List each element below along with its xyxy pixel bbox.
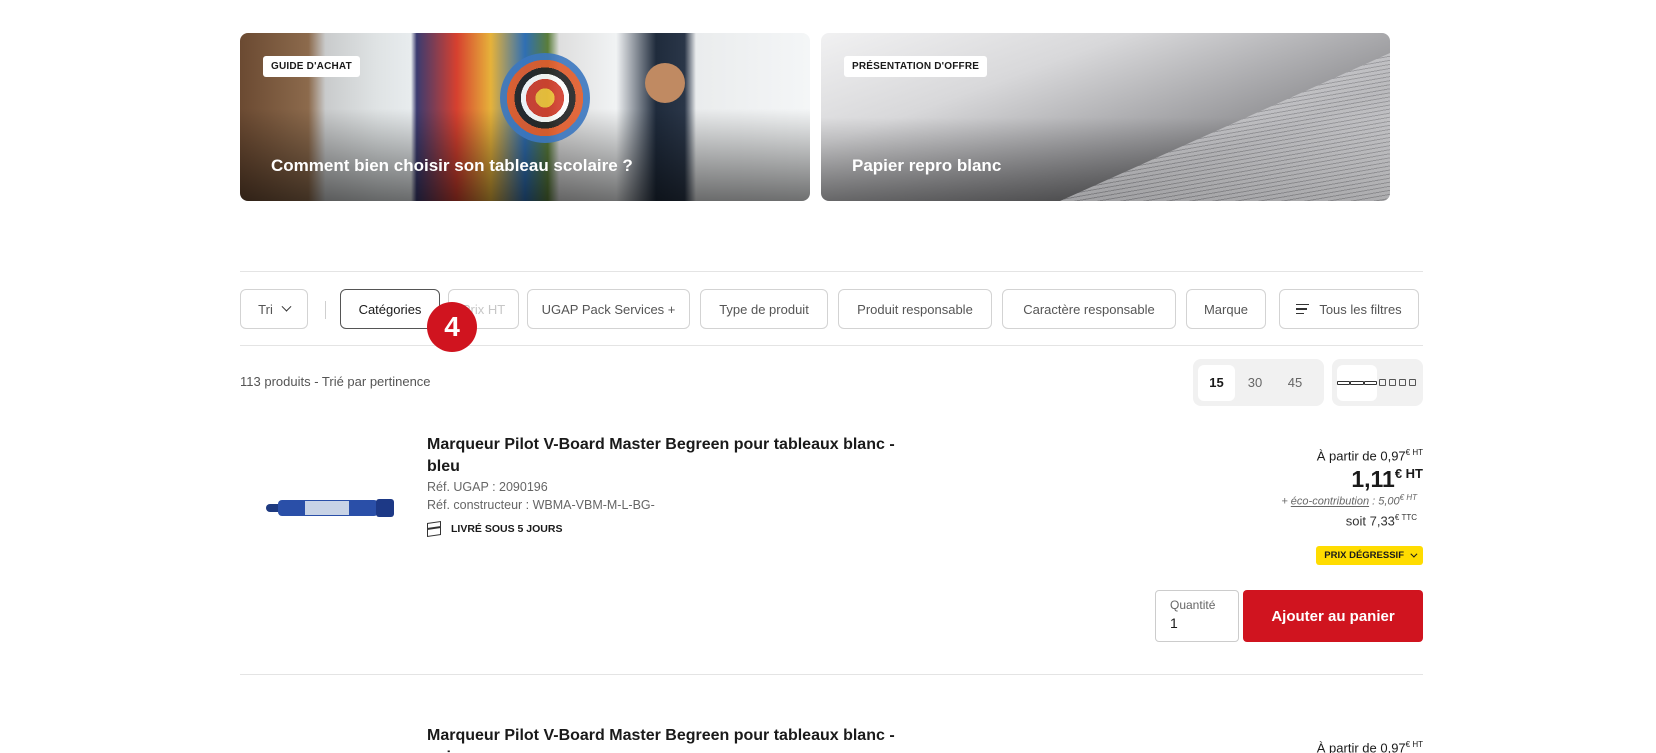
- chevron-down-icon: [281, 301, 292, 312]
- sort-dropdown[interactable]: Tri: [240, 289, 308, 329]
- all-filters-button[interactable]: Tous les filtres: [1279, 289, 1419, 329]
- price-from: À partir de 0,97€ HT: [1317, 448, 1423, 463]
- list-view-button[interactable]: [1337, 364, 1377, 401]
- promo-badge: GUIDE D'ACHAT: [263, 56, 360, 77]
- filter-chip-ugap-pack[interactable]: UGAP Pack Services +: [527, 289, 690, 329]
- step-badge: 4: [427, 302, 477, 352]
- chevron-down-icon: [1410, 550, 1418, 558]
- filter-chip-label: Produit responsable: [857, 301, 973, 317]
- view-toggle: [1332, 359, 1423, 406]
- eco-link[interactable]: éco-contribution: [1291, 496, 1369, 508]
- price-unit: € HT: [1405, 740, 1423, 749]
- marker-label: [305, 501, 349, 515]
- all-filters-label: Tous les filtres: [1319, 301, 1402, 317]
- filter-lines-icon: [1296, 301, 1310, 318]
- ref-maker: Réf. constructeur : WBMA-VBM-M-L-BG-: [427, 498, 655, 512]
- promo-image-person: [645, 63, 685, 103]
- package-icon: [427, 521, 441, 537]
- filter-chip-label: Type de produit: [719, 301, 809, 317]
- product-title[interactable]: Marqueur Pilot V-Board Master Begreen po…: [427, 434, 907, 478]
- results-count: 113 produits - Trié par pertinence: [240, 374, 431, 389]
- ttc-value: soit 7,33: [1345, 513, 1395, 529]
- promo-row: GUIDE D'ACHAT Comment bien choisir son t…: [240, 33, 1390, 201]
- price-value: 1,11: [1351, 466, 1395, 492]
- eco-value: : 5,00: [1369, 495, 1400, 508]
- promo-image-paper: [1060, 53, 1390, 201]
- eco-unit: € HT: [1399, 493, 1417, 502]
- quantity-field[interactable]: Quantité: [1155, 590, 1239, 642]
- delivery-label: LIVRÉ SOUS 5 JOURS: [451, 523, 563, 535]
- filter-chip-produit-responsable[interactable]: Produit responsable: [838, 289, 992, 329]
- add-to-cart-button[interactable]: Ajouter au panier: [1243, 590, 1423, 642]
- filter-chip-caractere-responsable[interactable]: Caractère responsable: [1002, 289, 1176, 329]
- grid-view-icon: [1377, 365, 1417, 401]
- product-title[interactable]: Marqueur Pilot V-Board Master Begreen po…: [427, 725, 907, 753]
- quantity-input[interactable]: [1170, 615, 1224, 631]
- filter-chip-label: Marque: [1203, 301, 1249, 317]
- degressive-label: PRIX DÉGRESSIF: [1324, 550, 1404, 561]
- eco-prefix: +: [1281, 495, 1291, 508]
- price-from-label: À partir de 0,97: [1316, 448, 1406, 464]
- per-page-option-45[interactable]: 45: [1275, 365, 1315, 401]
- price-unit: € HT: [1394, 466, 1423, 481]
- price-main: 1,11€ HT: [1351, 466, 1423, 493]
- filter-chip-label: UGAP Pack Services +: [541, 301, 676, 317]
- delivery-info: LIVRÉ SOUS 5 JOURS: [427, 521, 563, 537]
- product-image[interactable]: [260, 470, 395, 545]
- filter-chip-label: Catégories: [358, 301, 422, 317]
- promo-card-tableau[interactable]: GUIDE D'ACHAT Comment bien choisir son t…: [240, 33, 810, 201]
- per-page-option-15[interactable]: 15: [1198, 364, 1235, 401]
- product-card: Marqueur Pilot V-Board Master Begreen po…: [240, 430, 1423, 675]
- eco-contribution: + éco-contribution : 5,00€ HT: [1281, 493, 1417, 508]
- marker-cap: [376, 499, 394, 517]
- ttc-unit: € TTC: [1394, 513, 1417, 522]
- promo-image-art: [500, 53, 590, 143]
- filter-bar: Tri Catégories Prix HT UGAP Pack Service…: [240, 271, 1423, 346]
- price-ttc: soit 7,33€ TTC: [1346, 513, 1417, 528]
- filter-chip-label: Caractère responsable: [1023, 301, 1155, 317]
- promo-badge: PRÉSENTATION D'OFFRE: [844, 56, 988, 77]
- ref-ugap: Réf. UGAP : 2090196: [427, 480, 548, 494]
- divider: [325, 301, 326, 319]
- quantity-label: Quantité: [1170, 598, 1216, 612]
- filter-chip-type-produit[interactable]: Type de produit: [700, 289, 828, 329]
- grid-view-button[interactable]: [1377, 365, 1417, 401]
- promo-title: Comment bien choisir son tableau scolair…: [271, 156, 633, 175]
- per-page-option-30[interactable]: 30: [1235, 365, 1275, 401]
- per-page-selector: 15 30 45: [1193, 359, 1324, 406]
- promo-title: Papier repro blanc: [852, 156, 1002, 175]
- price-from: À partir de 0,97€ HT: [1317, 740, 1423, 753]
- filter-chip-categories[interactable]: Catégories: [340, 289, 440, 329]
- sort-label: Tri: [258, 301, 273, 317]
- list-view-icon: [1337, 365, 1377, 401]
- price-unit: € HT: [1405, 448, 1423, 457]
- degressive-price-toggle[interactable]: PRIX DÉGRESSIF: [1316, 546, 1423, 565]
- promo-card-papier[interactable]: PRÉSENTATION D'OFFRE Papier repro blanc: [821, 33, 1390, 201]
- filter-chip-marque[interactable]: Marque: [1186, 289, 1266, 329]
- price-from-label: À partir de 0,97: [1316, 740, 1406, 753]
